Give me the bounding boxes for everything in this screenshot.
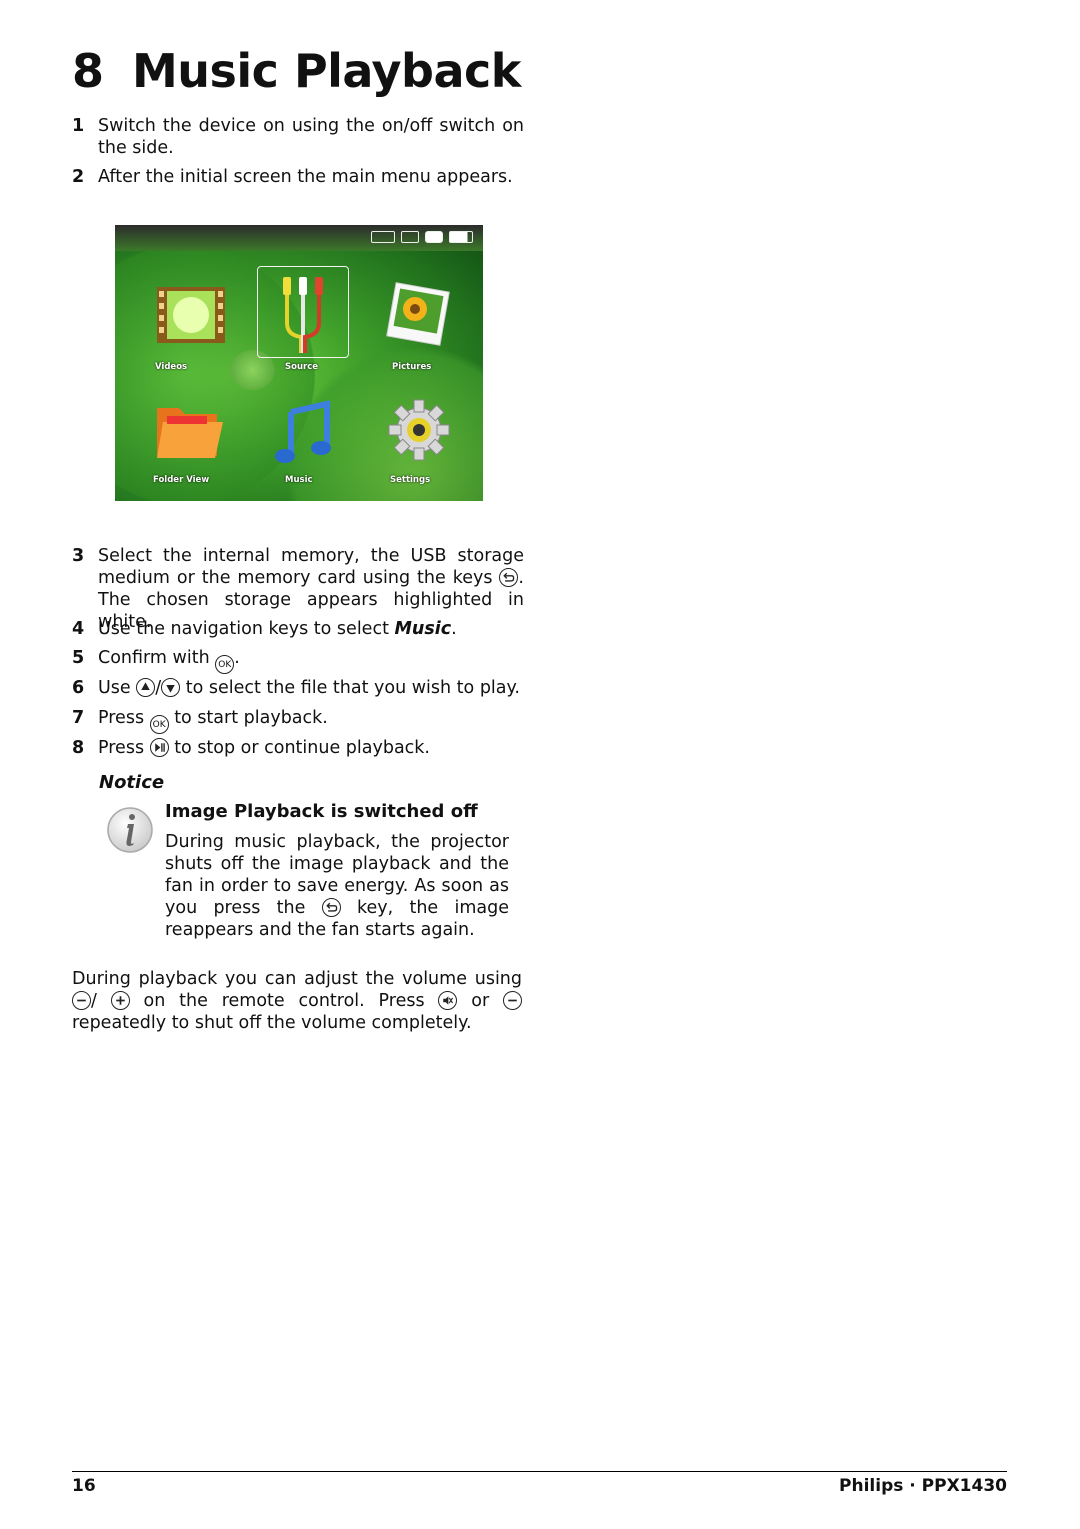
av-cables-icon bbox=[283, 277, 323, 353]
paragraph-text: on the remote control. Press bbox=[129, 991, 439, 1011]
step-number: 5 bbox=[72, 648, 85, 668]
step-number: 4 bbox=[72, 619, 85, 639]
tile-label-music: Music bbox=[285, 475, 313, 485]
status-icons bbox=[371, 231, 473, 243]
step-text-part: Confirm with bbox=[98, 648, 216, 668]
step-6: 6 Use / to select the file that you wish… bbox=[72, 677, 524, 699]
notice-body: During music playback, the projector shu… bbox=[165, 831, 509, 941]
tile-pictures[interactable] bbox=[377, 275, 469, 367]
chapter-title: 8 Music Playback bbox=[72, 44, 521, 98]
tile-music[interactable] bbox=[257, 390, 349, 482]
step-number: 3 bbox=[72, 546, 85, 566]
step-text-part: Select the internal memory, the USB stor… bbox=[98, 546, 524, 588]
step-text: Confirm with OK. bbox=[98, 647, 524, 674]
step-4: 4 Use the navigation keys to select Musi… bbox=[72, 618, 524, 640]
chapter-number: 8 bbox=[72, 44, 104, 98]
volume-up-key-icon bbox=[110, 991, 130, 1010]
sd-card-icon bbox=[401, 231, 419, 243]
tile-label-settings: Settings bbox=[390, 475, 431, 485]
step-number: 7 bbox=[72, 708, 85, 728]
step-text-part: Press bbox=[98, 708, 150, 728]
up-key-icon bbox=[136, 678, 156, 697]
menu-item-music: Music bbox=[394, 619, 452, 639]
step-text: Switch the device on using the on/off sw… bbox=[98, 116, 524, 158]
paragraph-text: repeatedly to shut off the volume comple… bbox=[72, 1013, 472, 1033]
tile-label-folder-view: Folder View bbox=[153, 475, 210, 485]
mute-key-icon bbox=[438, 991, 458, 1010]
gear-icon bbox=[388, 399, 450, 461]
notice-heading: Notice bbox=[99, 772, 165, 793]
step-text: Press OK to start playback. bbox=[98, 707, 524, 734]
step-5: 5 Confirm with OK. bbox=[72, 647, 524, 674]
step-number: 8 bbox=[72, 738, 85, 758]
film-icon bbox=[157, 287, 225, 343]
music-note-icon bbox=[275, 400, 331, 463]
step-number: 6 bbox=[72, 678, 85, 698]
play-pause-key-icon bbox=[149, 738, 169, 757]
step-1: 1 Switch the device on using the on/off … bbox=[72, 115, 524, 159]
tile-source[interactable] bbox=[257, 266, 349, 358]
step-text-part: . bbox=[234, 648, 240, 668]
paragraph-text: During playback you can adjust the volum… bbox=[72, 969, 522, 989]
main-menu-screenshot: Videos Source Pictures Folder View Music… bbox=[115, 225, 483, 501]
tile-label-source: Source bbox=[285, 362, 319, 372]
tile-settings[interactable] bbox=[377, 390, 469, 482]
step-text-part: . bbox=[451, 619, 457, 639]
tile-folder-view[interactable] bbox=[147, 390, 239, 482]
step-text: Use the navigation keys to select Music. bbox=[98, 618, 524, 640]
footer-brand: Philips · PPX1430 bbox=[839, 1476, 1007, 1496]
step-text-part: Press bbox=[98, 738, 150, 758]
step-8: 8 Press to stop or continue playback. bbox=[72, 737, 524, 759]
paragraph-text: or bbox=[457, 991, 504, 1011]
folder-icon bbox=[157, 408, 223, 458]
tile-label-pictures: Pictures bbox=[392, 362, 432, 372]
usb-storage-icon bbox=[371, 231, 395, 243]
back-key-icon bbox=[321, 898, 341, 917]
step-text: Use / to select the file that you wish t… bbox=[98, 677, 524, 699]
ok-key-icon: OK bbox=[215, 655, 235, 674]
internal-memory-icon bbox=[425, 231, 443, 243]
step-7: 7 Press OK to start playback. bbox=[72, 707, 524, 734]
tile-label-videos: Videos bbox=[155, 362, 188, 372]
chapter-title-text: Music Playback bbox=[132, 44, 521, 98]
step-text-part: to start playback. bbox=[168, 708, 328, 728]
info-icon bbox=[107, 807, 153, 853]
notice-title: Image Playback is switched off bbox=[165, 801, 478, 822]
battery-icon bbox=[449, 231, 473, 243]
down-key-icon bbox=[161, 678, 181, 697]
step-text-part: to select the file that you wish to play… bbox=[180, 678, 520, 698]
step-text-part: Use bbox=[98, 678, 137, 698]
step-text: Press to stop or continue playback. bbox=[98, 737, 524, 759]
volume-down-key-icon bbox=[72, 991, 91, 1010]
tile-videos[interactable] bbox=[147, 275, 239, 367]
paragraph-text: / bbox=[91, 991, 111, 1011]
step-text-part: Use the navigation keys to select bbox=[98, 619, 395, 639]
volume-down-key-icon bbox=[503, 991, 523, 1010]
photo-icon bbox=[386, 282, 450, 346]
volume-paragraph: During playback you can adjust the volum… bbox=[72, 968, 523, 1034]
step-text-part: to stop or continue playback. bbox=[168, 738, 430, 758]
back-key-icon bbox=[499, 568, 519, 587]
step-number: 1 bbox=[72, 116, 85, 136]
page-number: 16 bbox=[72, 1476, 96, 1496]
step-text: After the initial screen the main menu a… bbox=[98, 167, 513, 187]
step-number: 2 bbox=[72, 167, 85, 187]
footer-divider bbox=[72, 1471, 1007, 1472]
step-2: 2 After the initial screen the main menu… bbox=[72, 166, 524, 188]
ok-key-icon: OK bbox=[149, 715, 169, 734]
